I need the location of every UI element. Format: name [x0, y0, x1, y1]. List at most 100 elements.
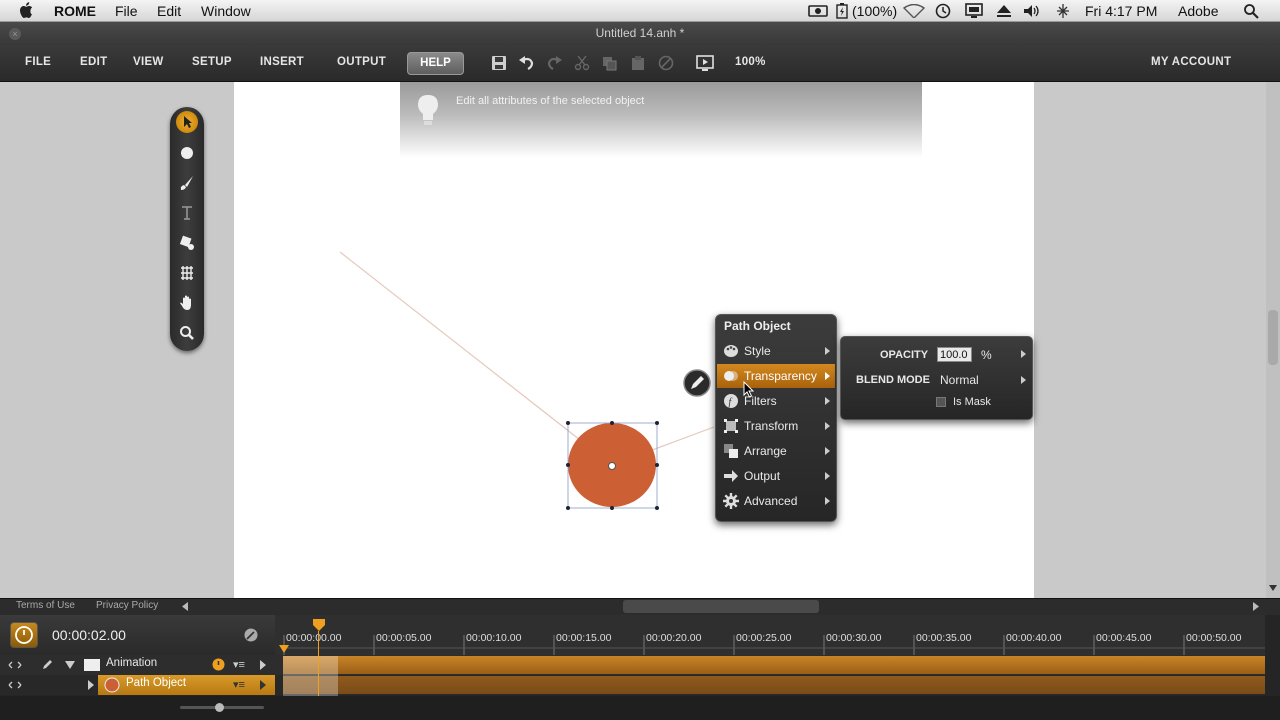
edit-attributes-icon[interactable]: [682, 368, 712, 398]
window-close-button[interactable]: ×: [9, 28, 21, 40]
registration-point[interactable]: [608, 462, 616, 470]
menu-item-advanced[interactable]: Advanced: [717, 489, 835, 513]
system-menubar: ROME File Edit Window (100%) Fri 4:17 PM…: [0, 0, 1280, 22]
gear-icon: [723, 493, 739, 509]
arrow-icon: [184, 116, 192, 128]
privacy-policy-link[interactable]: Privacy Policy: [96, 600, 158, 611]
tick-label: 00:00:20.00: [646, 632, 702, 644]
scroll-down-icon[interactable]: [1268, 584, 1278, 592]
terms-of-use-link[interactable]: Terms of Use: [16, 600, 75, 611]
mouse-cursor-icon: [743, 381, 755, 398]
horizontal-scrollbar-thumb[interactable]: [623, 600, 819, 613]
menu-item-output[interactable]: Output: [717, 464, 835, 488]
timer-icon[interactable]: [211, 657, 226, 672]
tab-help[interactable]: HELP: [407, 52, 464, 75]
cut-icon[interactable]: [573, 55, 591, 71]
volume-icon[interactable]: [1023, 4, 1041, 18]
battery-percent: (100%): [852, 3, 898, 19]
chevron-right-icon[interactable]: [259, 660, 267, 670]
zoom-level[interactable]: 100%: [735, 56, 766, 68]
layer-options-icon[interactable]: ▾≡: [233, 658, 245, 671]
wifi-icon[interactable]: [903, 4, 925, 18]
menu-item-transparency[interactable]: Transparency: [717, 364, 835, 388]
apple-icon[interactable]: [19, 2, 33, 18]
vertical-scrollbar-thumb[interactable]: [1268, 310, 1278, 365]
undo-icon[interactable]: [518, 55, 536, 71]
playhead-marker[interactable]: [313, 619, 325, 631]
copy-icon[interactable]: [601, 55, 619, 71]
eye-icon[interactable]: [8, 680, 22, 690]
app-menu-name[interactable]: ROME: [54, 3, 96, 19]
redo-icon[interactable]: [545, 55, 563, 71]
menu-item-transform[interactable]: Transform: [717, 414, 835, 438]
preview-icon[interactable]: [696, 55, 714, 71]
layer-name[interactable]: Animation: [106, 657, 157, 669]
camera-icon[interactable]: [808, 4, 828, 18]
chevron-right-icon[interactable]: [87, 680, 95, 690]
menu-item-filters[interactable]: f Filters: [717, 389, 835, 413]
spotlight-search-icon[interactable]: [1243, 3, 1259, 19]
window-title: Untitled 14.anh *: [0, 22, 1280, 45]
is-mask-checkbox[interactable]: [936, 397, 946, 407]
chevron-right-icon[interactable]: [259, 680, 267, 690]
chevron-right-icon[interactable]: [1021, 376, 1026, 384]
menu-item-arrange[interactable]: Arrange: [717, 439, 835, 463]
zoom-slider-thumb[interactable]: [215, 703, 224, 712]
hand-tool[interactable]: [176, 292, 198, 314]
tab-setup[interactable]: SETUP: [192, 56, 232, 68]
stopwatch-icon: [15, 626, 33, 644]
tick-label: 00:00:45.00: [1096, 632, 1152, 644]
menubar-user[interactable]: Adobe: [1178, 3, 1218, 19]
current-time-range: [283, 656, 338, 696]
display-icon[interactable]: [964, 3, 984, 19]
path-object-track[interactable]: [283, 676, 1265, 694]
keyframe-start-marker[interactable]: [279, 645, 289, 653]
my-account-link[interactable]: MY ACCOUNT: [1151, 56, 1231, 68]
tick-label: 00:00:35.00: [916, 632, 972, 644]
scroll-left-icon[interactable]: [181, 602, 189, 611]
menu-file[interactable]: File: [115, 3, 138, 19]
chevron-down-icon[interactable]: [65, 661, 75, 669]
motion-path-line[interactable]: [339, 251, 613, 466]
layer-options-icon[interactable]: ▾≡: [233, 678, 245, 691]
battery-icon[interactable]: [836, 3, 848, 19]
circle-icon: [181, 147, 193, 159]
layer-name[interactable]: Path Object: [126, 677, 186, 689]
save-icon[interactable]: [490, 55, 508, 71]
fill-tool[interactable]: [176, 232, 198, 254]
delete-icon[interactable]: [657, 55, 675, 71]
grid-tool[interactable]: [176, 262, 198, 284]
scroll-right-icon[interactable]: [1252, 602, 1260, 611]
tick-label: 00:00:40.00: [1006, 632, 1062, 644]
menu-edit[interactable]: Edit: [157, 3, 181, 19]
chevron-right-icon[interactable]: [1021, 350, 1026, 358]
tab-insert[interactable]: INSERT: [260, 56, 304, 68]
paste-icon[interactable]: [629, 55, 647, 71]
eject-icon[interactable]: [996, 4, 1012, 18]
timeline-clock-button[interactable]: [10, 622, 38, 648]
magnifier-icon: [180, 326, 194, 340]
select-tool[interactable]: [176, 111, 198, 133]
current-timecode[interactable]: 00:00:02.00: [52, 627, 126, 643]
tab-view[interactable]: VIEW: [133, 56, 164, 68]
ellipse-tool[interactable]: [176, 142, 198, 164]
text-tool[interactable]: [176, 202, 198, 224]
timeline-settings-icon[interactable]: [243, 627, 259, 643]
tab-file[interactable]: FILE: [25, 56, 51, 68]
brush-tool[interactable]: [176, 172, 198, 194]
zoom-tool[interactable]: [176, 322, 198, 344]
menubar-clock[interactable]: Fri 4:17 PM: [1085, 3, 1157, 19]
menu-item-style[interactable]: Style: [717, 339, 835, 363]
tick-label: 00:00:00.00: [286, 632, 342, 644]
tab-edit[interactable]: EDIT: [80, 56, 107, 68]
eye-icon[interactable]: [8, 660, 22, 670]
animation-track[interactable]: [283, 656, 1265, 674]
bluetooth-icon[interactable]: [1055, 3, 1071, 19]
pencil-icon[interactable]: [40, 658, 54, 672]
opacity-input[interactable]: [937, 347, 972, 362]
time-machine-icon[interactable]: [934, 3, 952, 19]
palette-icon: [724, 345, 738, 357]
tab-output[interactable]: OUTPUT: [337, 56, 386, 68]
menu-window[interactable]: Window: [201, 3, 251, 19]
blend-mode-select[interactable]: Normal: [940, 373, 979, 387]
